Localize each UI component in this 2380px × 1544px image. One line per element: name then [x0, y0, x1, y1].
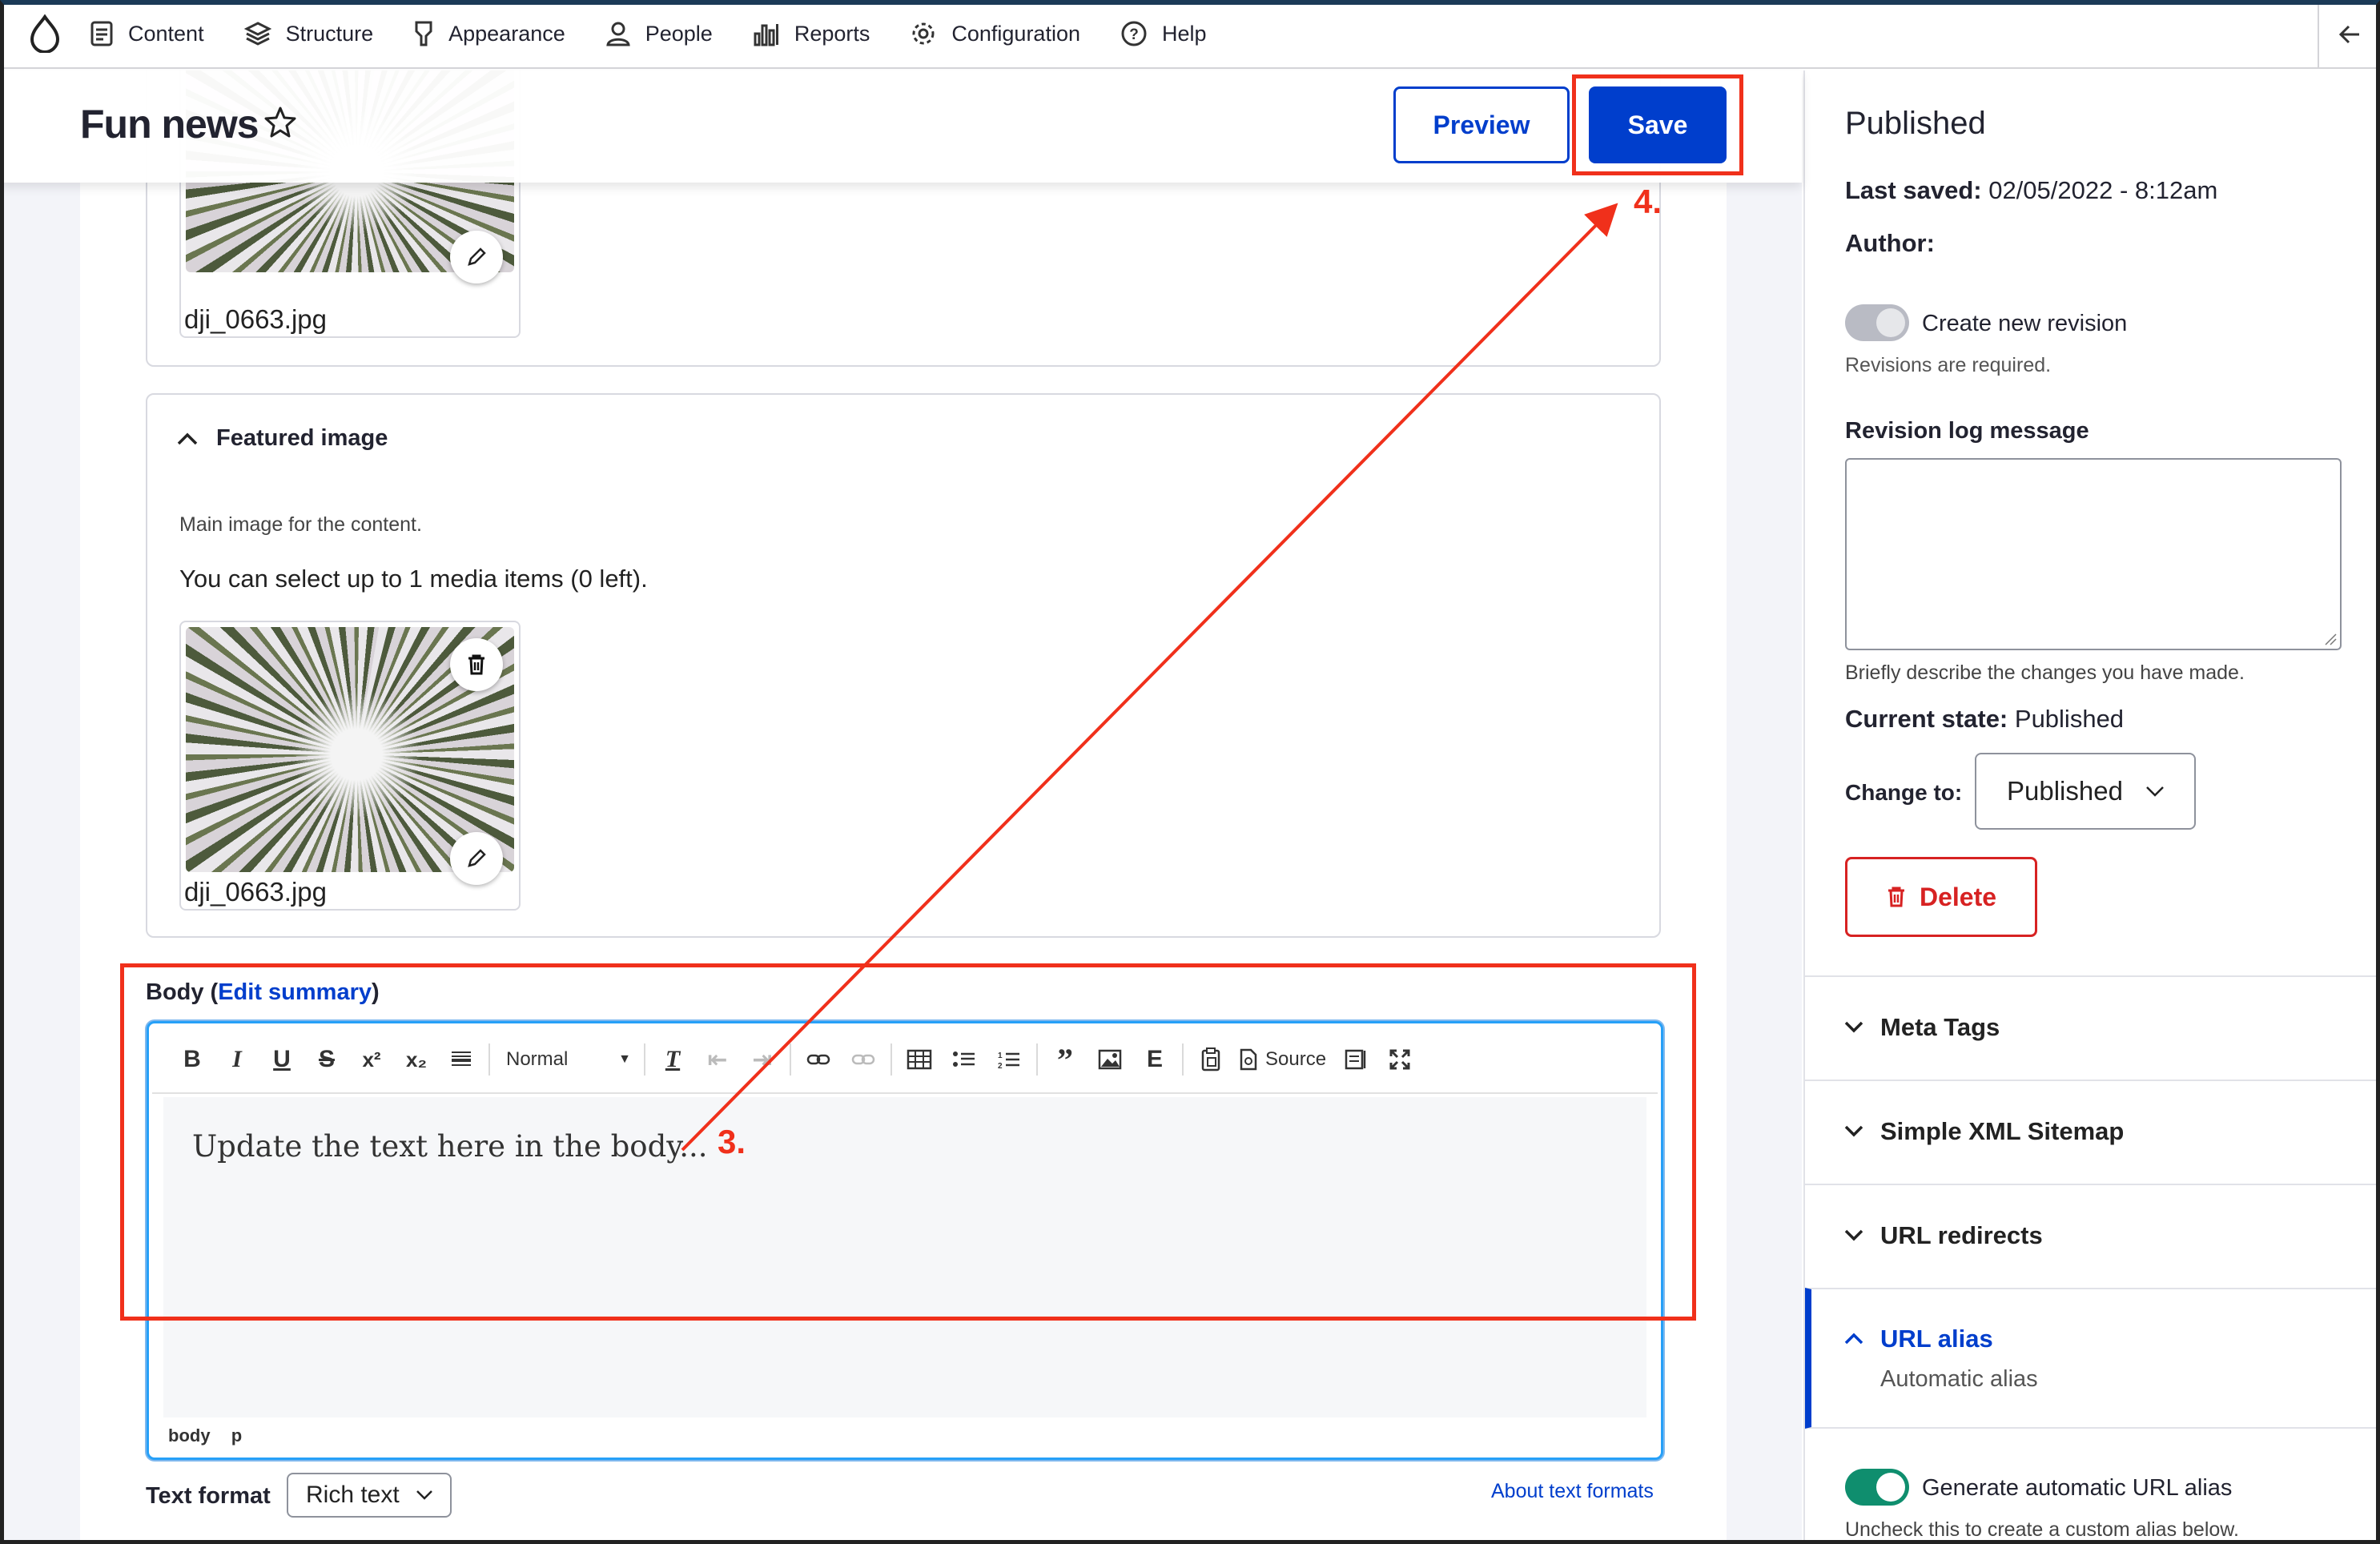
current-state: Current state: Published: [1845, 705, 2124, 734]
accordion-url-alias[interactable]: URL alias Automatic alias: [1805, 1288, 2380, 1429]
text-format-select[interactable]: Rich text: [287, 1473, 452, 1518]
accordion-sitemap-label: Simple XML Sitemap: [1880, 1117, 2125, 1145]
new-revision-toggle[interactable]: [1845, 304, 1909, 341]
change-to-value: Published: [2007, 776, 2123, 806]
nav-help[interactable]: ? Help: [1120, 0, 1207, 68]
remove-media-button[interactable]: [450, 638, 503, 691]
annotation-box-body: [120, 963, 1696, 1321]
page-header: Fun news Preview Save: [0, 70, 1802, 183]
about-text-formats-link[interactable]: About text formats: [1491, 1480, 1654, 1503]
accordion-meta-tags-label: Meta Tags: [1880, 1013, 2000, 1041]
toggle-knob: [1876, 1473, 1905, 1502]
help-icon: ?: [1121, 21, 1147, 46]
featured-image-description: Main image for the content.: [179, 513, 422, 536]
annotation-step-3: 3.: [718, 1123, 746, 1160]
auto-alias-help: Uncheck this to create a custom alias be…: [1845, 1518, 2239, 1541]
nav-appearance[interactable]: Appearance: [413, 0, 565, 68]
author-label: Author:: [1845, 229, 1935, 257]
nav-reports-label: Reports: [794, 21, 870, 46]
path-body[interactable]: body: [168, 1425, 211, 1445]
publication-status: Published: [1845, 106, 1986, 141]
nav-structure[interactable]: Structure: [243, 0, 374, 68]
pencil-icon: [468, 247, 486, 266]
revision-log-help: Briefly describe the changes you have ma…: [1845, 661, 2245, 684]
last-saved-label: Last saved:: [1845, 176, 1982, 204]
chevron-down-icon: [1844, 1229, 1863, 1241]
page-title: Fun news: [80, 102, 259, 147]
resize-handle-icon: [2325, 633, 2337, 645]
nav-configuration-label: Configuration: [951, 21, 1080, 46]
revision-log-label: Revision log message: [1845, 418, 2089, 444]
pencil-icon: [468, 849, 486, 867]
chevron-down-icon: [416, 1490, 432, 1500]
structure-icon: [243, 22, 271, 46]
nav-people-label: People: [645, 21, 713, 46]
preview-button[interactable]: Preview: [1393, 86, 1570, 163]
accordion-meta-tags[interactable]: Meta Tags: [1805, 975, 2380, 1078]
chevron-down-icon: [1844, 1125, 1863, 1137]
featured-image-toggle[interactable]: Featured image: [176, 425, 388, 452]
chevron-down-icon: [2146, 786, 2164, 797]
chevron-up-icon: [177, 432, 198, 444]
change-to-label: Change to:: [1845, 780, 1963, 805]
featured-image-card: Featured image Main image for the conten…: [146, 393, 1661, 938]
nav-people[interactable]: People: [605, 0, 713, 68]
nav-configuration[interactable]: Configuration: [910, 0, 1080, 68]
auto-alias-toggle[interactable]: [1845, 1469, 1909, 1506]
nav-content[interactable]: Content: [90, 0, 204, 68]
media-thumbnail-featured: dji_0663.jpg: [179, 621, 521, 911]
chevron-up-icon: [1844, 1333, 1863, 1345]
svg-text:?: ?: [1129, 26, 1139, 43]
delete-button-label: Delete: [1919, 882, 1997, 911]
content-icon: [90, 21, 113, 46]
last-saved-value: 02/05/2022 - 8:12am: [1988, 176, 2218, 204]
accordion-url-alias-label: URL alias: [1880, 1325, 1993, 1353]
edit-media-button[interactable]: [450, 231, 503, 283]
delete-button[interactable]: Delete: [1845, 857, 2037, 937]
nav-help-label: Help: [1161, 21, 1207, 46]
arrow-left-icon: [2338, 25, 2359, 44]
admin-toolbar: Content Structure Appearance People Repo…: [0, 0, 2380, 69]
nav-reports[interactable]: Reports: [753, 0, 870, 68]
chevron-down-icon: [1844, 1021, 1863, 1033]
accordion-simple-xml-sitemap[interactable]: Simple XML Sitemap: [1805, 1080, 2380, 1182]
auto-alias-label: Generate automatic URL alias: [1922, 1475, 2233, 1501]
collapse-sidebar-button[interactable]: [2318, 0, 2380, 69]
media-filename-top: dji_0663.jpg: [184, 304, 327, 334]
text-format-value: Rich text: [306, 1482, 400, 1508]
editor-element-path: body p: [168, 1425, 242, 1446]
current-state-value: Published: [2014, 705, 2125, 733]
drupal-logo-icon[interactable]: [0, 0, 90, 68]
accordion-url-redirects[interactable]: URL redirects: [1805, 1184, 2380, 1286]
media-filename-featured: dji_0663.jpg: [184, 877, 327, 907]
edit-media-button-featured[interactable]: [450, 832, 503, 885]
revision-log-textarea[interactable]: [1845, 458, 2342, 650]
toggle-knob: [1876, 308, 1905, 337]
people-icon: [606, 22, 630, 46]
last-saved: Last saved: 02/05/2022 - 8:12am: [1845, 176, 2217, 205]
featured-image-limit: You can select up to 1 media items (0 le…: [179, 565, 648, 593]
meta-sidebar: Published Last saved: 02/05/2022 - 8:12a…: [1803, 70, 2380, 1544]
annotation-box-save: [1572, 74, 1743, 175]
accordion-url-redirects-label: URL redirects: [1880, 1221, 2043, 1249]
new-revision-label: Create new revision: [1922, 311, 2128, 336]
nav-content-label: Content: [128, 21, 204, 46]
url-alias-summary: Automatic alias: [1880, 1366, 2038, 1392]
star-icon[interactable]: [264, 106, 296, 142]
reports-icon: [754, 24, 778, 46]
trash-icon: [468, 654, 484, 675]
change-to-select[interactable]: Published: [1975, 753, 2196, 830]
revisions-required-note: Revisions are required.: [1845, 354, 2052, 376]
appearance-icon: [415, 21, 432, 46]
text-format-label: Text format: [146, 1483, 271, 1509]
gear-icon: [912, 22, 935, 45]
trash-icon: [1888, 887, 1904, 907]
nav-structure-label: Structure: [285, 21, 374, 46]
current-state-label: Current state:: [1845, 705, 2008, 733]
nav-appearance-label: Appearance: [448, 21, 565, 46]
featured-image-title: Featured image: [216, 425, 388, 451]
path-p[interactable]: p: [231, 1425, 242, 1445]
annotation-step-4: 4.: [1634, 183, 1662, 220]
